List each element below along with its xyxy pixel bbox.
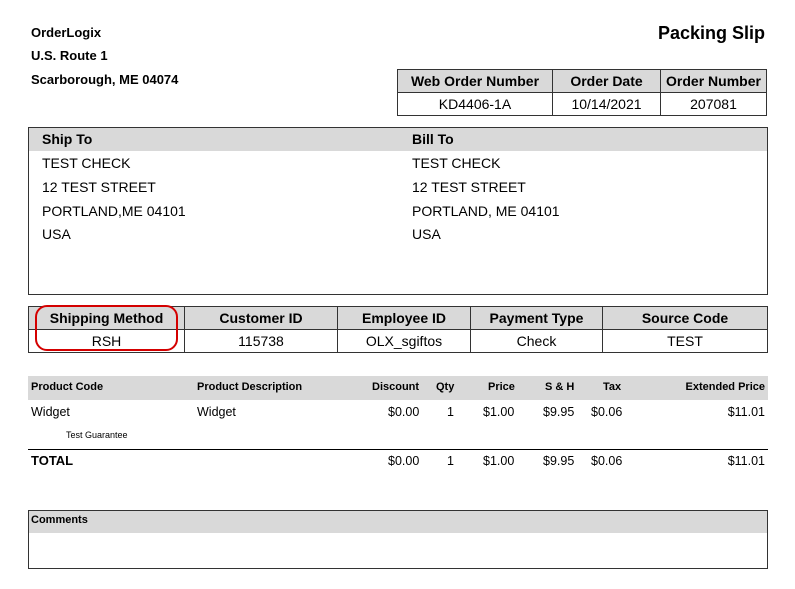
address-box: Ship To Bill To TEST CHECK 12 TEST STREE… xyxy=(28,127,768,295)
sh-cell: $9.95 xyxy=(543,405,575,419)
qty-cell: 1 xyxy=(447,405,454,419)
sh-header: S & H xyxy=(545,381,575,393)
payment-type-header: Payment Type xyxy=(470,306,603,330)
price-cell: $1.00 xyxy=(483,405,515,419)
bill-to-line: TEST CHECK xyxy=(412,155,501,171)
total-label: TOTAL xyxy=(31,453,74,468)
source-code-value: TEST xyxy=(602,329,768,353)
comments-box: Comments xyxy=(28,510,768,569)
bill-to-line: PORTLAND, ME 04101 xyxy=(412,203,560,219)
discount-cell: $0.00 xyxy=(388,405,420,419)
product-note: Test Guarantee xyxy=(66,430,128,440)
tax-header: Tax xyxy=(603,381,622,393)
discount-header: Discount xyxy=(372,381,420,393)
total-sh: $9.95 xyxy=(543,454,575,468)
document-title: Packing Slip xyxy=(657,23,765,43)
customer-id-header: Customer ID xyxy=(184,306,338,330)
total-extended-price: $11.01 xyxy=(727,454,765,468)
qty-header: Qty xyxy=(436,381,455,393)
bill-to-label: Bill To xyxy=(412,131,454,147)
web-order-number-value: KD4406-1A xyxy=(397,92,553,116)
ship-to-line: 12 TEST STREET xyxy=(42,179,156,195)
address-header-band xyxy=(29,128,767,151)
total-divider xyxy=(28,449,768,450)
total-qty: 1 xyxy=(447,454,454,468)
ship-to-line: PORTLAND,ME 04101 xyxy=(42,203,186,219)
product-code-header: Product Code xyxy=(31,381,104,393)
company-city: Scarborough, ME 04074 xyxy=(31,72,179,87)
product-code-cell: Widget xyxy=(31,405,70,419)
shipping-method-highlight xyxy=(35,305,178,351)
company-street: U.S. Route 1 xyxy=(31,48,108,63)
ship-to-label: Ship To xyxy=(42,131,93,147)
order-date-header: Order Date xyxy=(552,69,661,93)
ship-to-line: TEST CHECK xyxy=(42,155,131,171)
employee-id-header: Employee ID xyxy=(337,306,471,330)
bill-to-line: USA xyxy=(412,226,441,242)
tax-cell: $0.06 xyxy=(591,405,623,419)
order-number-header: Order Number xyxy=(660,69,767,93)
product-description-header: Product Description xyxy=(197,381,303,393)
total-discount: $0.00 xyxy=(388,454,420,468)
comments-header-band xyxy=(29,511,767,533)
extended-price-header: Extended Price xyxy=(685,381,765,393)
total-tax: $0.06 xyxy=(591,454,623,468)
order-info-table: Web Order Number Order Date Order Number… xyxy=(397,69,767,116)
employee-id-value: OLX_sgiftos xyxy=(337,329,471,353)
bill-to-line: 12 TEST STREET xyxy=(412,179,526,195)
web-order-number-header: Web Order Number xyxy=(397,69,553,93)
comments-label: Comments xyxy=(31,514,88,526)
order-date-value: 10/14/2021 xyxy=(552,92,661,116)
company-name: OrderLogix xyxy=(31,25,102,40)
extended-price-cell: $11.01 xyxy=(727,405,765,419)
payment-type-value: Check xyxy=(470,329,603,353)
customer-id-value: 115738 xyxy=(184,329,338,353)
ship-to-line: USA xyxy=(42,226,71,242)
price-header: Price xyxy=(488,381,515,393)
total-price: $1.00 xyxy=(483,454,515,468)
product-description-cell: Widget xyxy=(197,405,236,419)
order-number-value: 207081 xyxy=(660,92,767,116)
source-code-header: Source Code xyxy=(602,306,768,330)
